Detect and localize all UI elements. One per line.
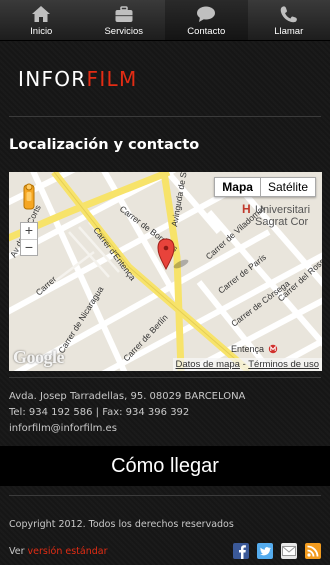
google-logo[interactable]: Google bbox=[13, 347, 65, 368]
contact-address: Avda. Josep Tarradellas, 95. 08029 BARCE… bbox=[9, 391, 246, 402]
nav-item-llamar[interactable]: Llamar bbox=[248, 0, 330, 40]
facebook-icon[interactable] bbox=[233, 543, 249, 559]
inforfilm-logo[interactable]: INFORFILM bbox=[18, 67, 138, 91]
nav-item-servicios[interactable]: Servicios bbox=[83, 0, 166, 40]
briefcase-icon bbox=[114, 5, 134, 26]
directions-button[interactable]: Cómo llegar bbox=[0, 446, 330, 486]
version-switch: Ver versión estándar bbox=[9, 546, 107, 557]
poi-metro-label: Entença bbox=[231, 344, 264, 354]
divider bbox=[9, 495, 321, 496]
map-attribution: Datos de mapa - Términos de uso bbox=[172, 358, 322, 371]
home-icon bbox=[31, 5, 51, 26]
map-data-link[interactable]: Datos de mapa bbox=[176, 359, 240, 370]
logo-part-infor: INFOR bbox=[18, 67, 87, 91]
map-type-control: Mapa Satélite bbox=[214, 177, 316, 197]
poi-hospital-label-2: Sagrat Cor bbox=[255, 216, 309, 228]
rss-icon[interactable] bbox=[305, 543, 321, 559]
divider bbox=[9, 116, 321, 117]
top-navigation: Inicio Servicios Contacto Llamar bbox=[0, 0, 330, 41]
nav-item-contacto[interactable]: Contacto bbox=[165, 0, 248, 40]
street-label-berlin: Carrer de Berlín bbox=[121, 312, 170, 363]
contact-email[interactable]: inforfilm@inforfilm.es bbox=[9, 423, 117, 434]
nav-label: Contacto bbox=[187, 25, 226, 37]
map-terms-link[interactable]: Términos de uso bbox=[248, 359, 319, 370]
nav-label: Llamar bbox=[274, 25, 304, 37]
nav-label: Inicio bbox=[30, 25, 53, 37]
zoom-out-button[interactable]: − bbox=[21, 239, 37, 255]
version-prefix: Ver bbox=[9, 546, 28, 557]
section-title: Localización y contacto bbox=[9, 137, 200, 153]
hospital-icon: H bbox=[242, 202, 251, 216]
standard-version-link[interactable]: versión estándar bbox=[28, 546, 108, 557]
location-map[interactable]: Av de les Corts Carrer d'Entença Carrer … bbox=[9, 172, 322, 371]
map-canvas: Av de les Corts Carrer d'Entença Carrer … bbox=[9, 172, 322, 371]
email-icon[interactable] bbox=[281, 543, 297, 559]
zoom-control: + − bbox=[20, 222, 38, 256]
nav-item-inicio[interactable]: Inicio bbox=[0, 0, 83, 40]
logo-part-film: FILM bbox=[86, 67, 138, 91]
map-type-map-button[interactable]: Mapa bbox=[215, 178, 261, 196]
map-type-satellite-button[interactable]: Satélite bbox=[261, 178, 315, 196]
phone-icon bbox=[279, 5, 299, 26]
chat-bubble-icon bbox=[196, 5, 216, 26]
zoom-in-button[interactable]: + bbox=[21, 223, 37, 239]
poi-hospital-label-1: Universitari bbox=[255, 204, 310, 216]
street-label-entenca: Carrer d'Entença bbox=[91, 225, 138, 282]
twitter-icon[interactable] bbox=[257, 543, 273, 559]
contact-phones: Tel: 934 192 586 | Fax: 934 396 392 bbox=[9, 407, 190, 418]
metro-icon bbox=[268, 344, 278, 354]
divider bbox=[9, 377, 321, 378]
nav-label: Servicios bbox=[104, 25, 144, 37]
copyright-text: Copyright 2012. Todos los derechos reser… bbox=[9, 519, 234, 530]
attribution-separator: - bbox=[239, 359, 249, 370]
